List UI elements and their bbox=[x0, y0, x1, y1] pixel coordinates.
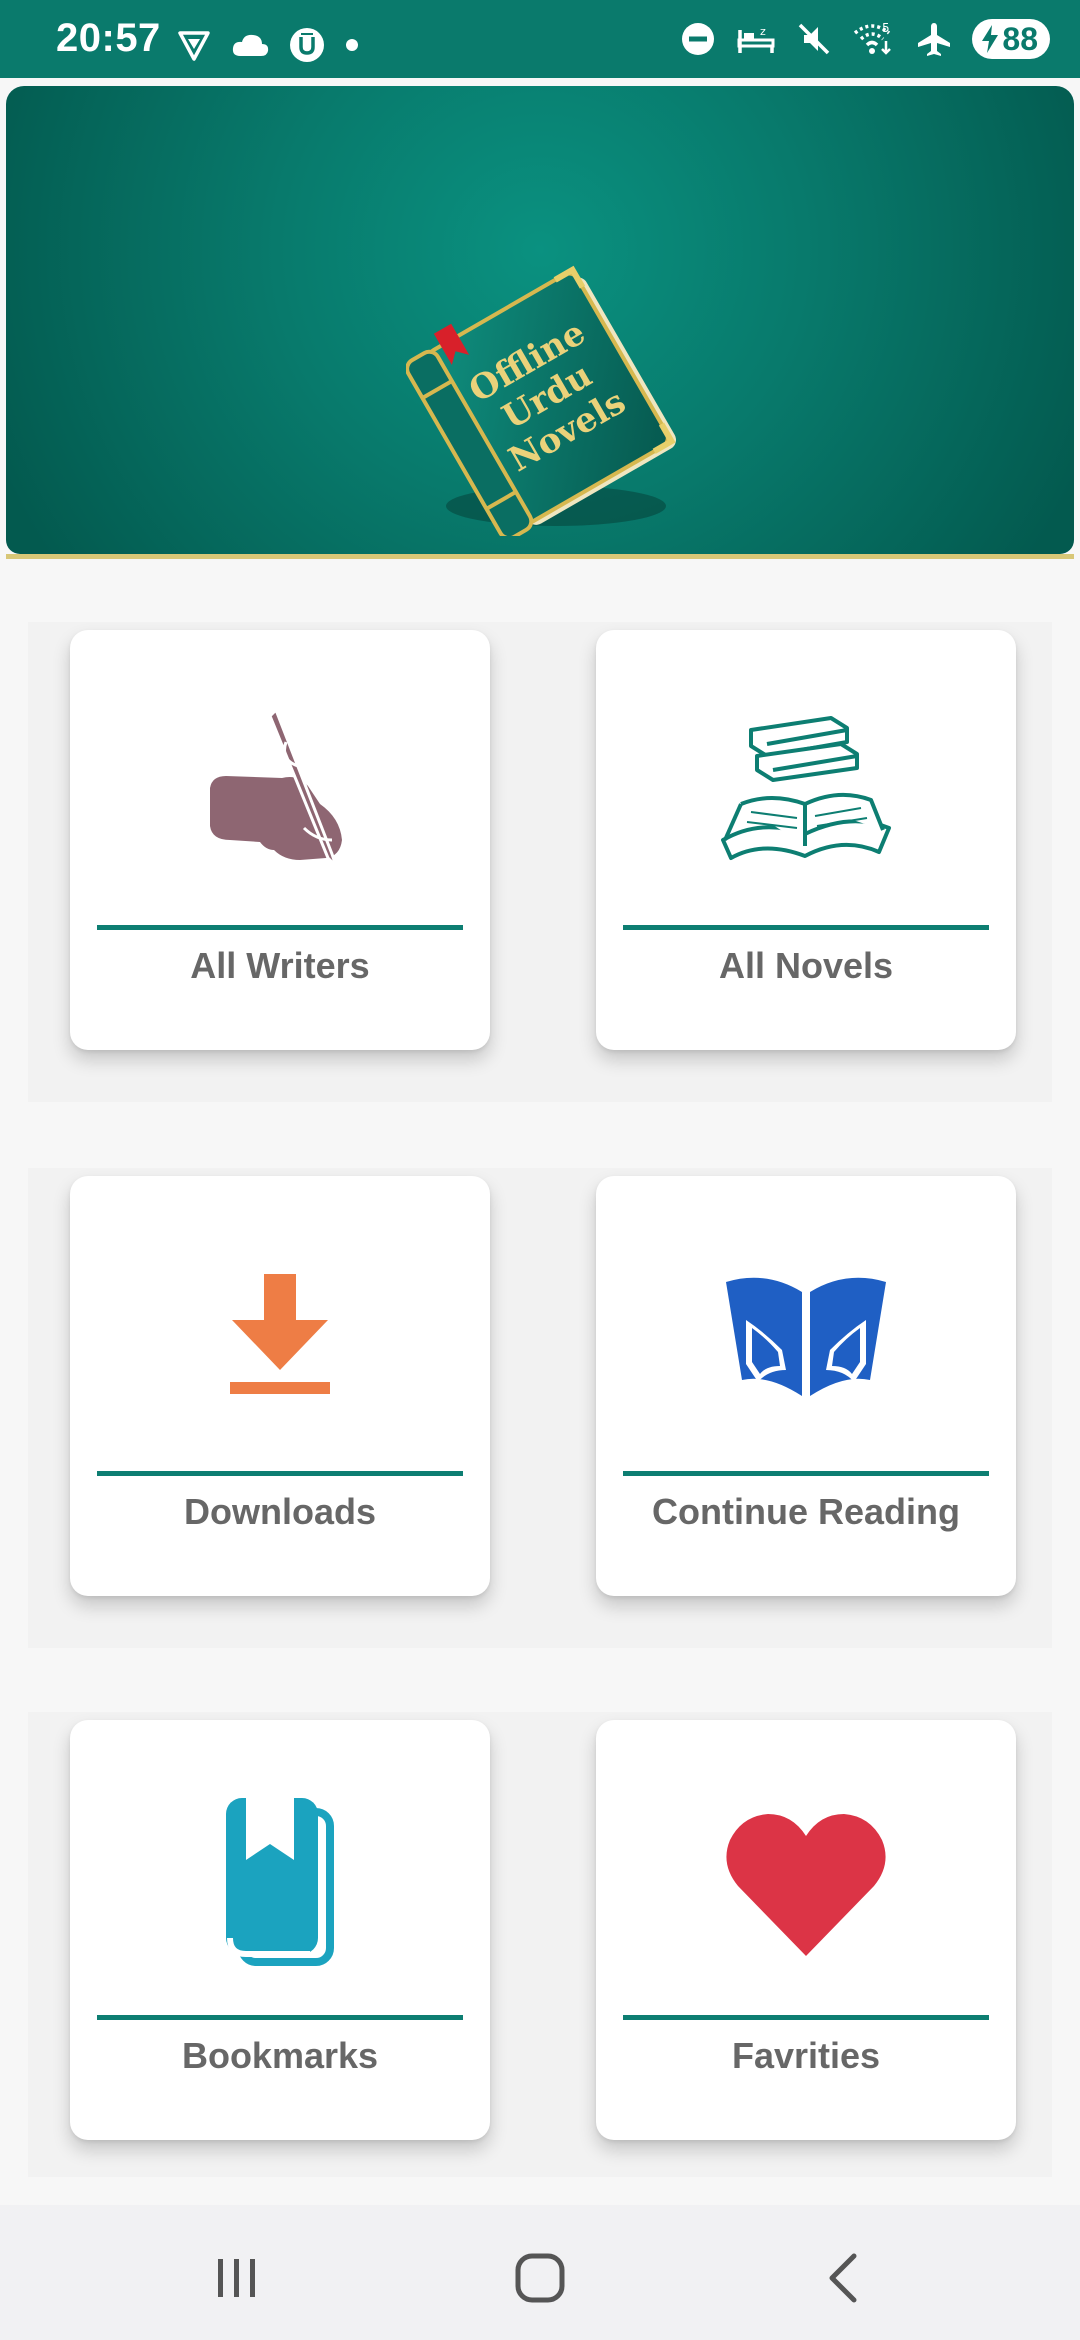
all-writers-label: All Writers bbox=[190, 945, 370, 986]
continue-reading-label: Continue Reading bbox=[652, 1491, 960, 1532]
battery-indicator: 88 bbox=[972, 19, 1050, 59]
card-divider bbox=[623, 2015, 989, 2020]
cloud-icon bbox=[232, 34, 269, 56]
recents-icon bbox=[218, 2259, 255, 2297]
do-not-disturb-icon bbox=[682, 23, 715, 55]
favrities-card[interactable]: Favrities bbox=[596, 1720, 1016, 2140]
card-divider bbox=[623, 1471, 989, 1476]
favrities-label: Favrities bbox=[731, 2035, 881, 2076]
system-nav-bar bbox=[0, 2205, 1080, 2340]
back-icon bbox=[829, 2253, 857, 2303]
hand-writing-pen-icon bbox=[210, 707, 342, 868]
status-bar: 20:57 z 5 88 bbox=[0, 0, 1080, 78]
home-button[interactable] bbox=[500, 2243, 580, 2313]
all-novels-card[interactable]: All Novels bbox=[596, 630, 1016, 1050]
offline-urdu-novels-book-logo: Offline Urdu Novels bbox=[406, 265, 677, 536]
banner-underline bbox=[6, 554, 1074, 559]
downloads-label: Downloads bbox=[183, 1491, 376, 1532]
download-icon bbox=[230, 1274, 330, 1394]
card-divider bbox=[97, 2015, 463, 2020]
downloads-card[interactable]: Downloads bbox=[70, 1176, 490, 1596]
card-divider bbox=[97, 925, 463, 930]
bookmark-book-icon bbox=[226, 1798, 334, 1966]
svg-text:5: 5 bbox=[882, 21, 890, 35]
bedtime-icon: z bbox=[737, 25, 775, 53]
u-badge-icon bbox=[290, 28, 324, 62]
card-divider bbox=[97, 1471, 463, 1476]
continue-reading-card[interactable]: Continue Reading bbox=[596, 1176, 1016, 1596]
reading-book-icon bbox=[726, 1277, 886, 1396]
status-time: 20:57 bbox=[56, 16, 161, 60]
back-button[interactable] bbox=[802, 2243, 882, 2313]
home-icon bbox=[515, 2253, 565, 2303]
bookmarks-label: Bookmarks bbox=[181, 2035, 379, 2076]
wifi-icon: 5 bbox=[854, 21, 892, 55]
recents-button[interactable] bbox=[197, 2243, 277, 2313]
vpn-shield-icon bbox=[178, 31, 210, 61]
all-novels-label: All Novels bbox=[718, 945, 894, 986]
menu-row-2: Downloads Continue Reading bbox=[28, 1168, 1052, 1648]
bookmarks-card[interactable]: Bookmarks bbox=[70, 1720, 490, 2140]
menu-row-1: All Writers All Novels bbox=[28, 622, 1052, 1102]
mute-icon bbox=[799, 23, 830, 55]
airplane-icon bbox=[918, 23, 951, 56]
all-writers-card[interactable]: All Writers bbox=[70, 630, 490, 1050]
status-left-icons bbox=[176, 24, 360, 66]
card-divider bbox=[623, 925, 989, 930]
heart-icon bbox=[726, 1814, 886, 1956]
svg-text:z: z bbox=[760, 25, 766, 38]
battery-level: 88 bbox=[1002, 20, 1038, 57]
stack-of-books-icon bbox=[721, 716, 891, 860]
app-banner: Offline Urdu Novels bbox=[6, 86, 1074, 554]
charging-bolt-icon bbox=[982, 25, 999, 53]
menu-row-3: Bookmarks Favrities bbox=[28, 1712, 1052, 2177]
status-right-icons: z 5 88 bbox=[680, 18, 1050, 60]
dot-icon bbox=[346, 39, 358, 51]
